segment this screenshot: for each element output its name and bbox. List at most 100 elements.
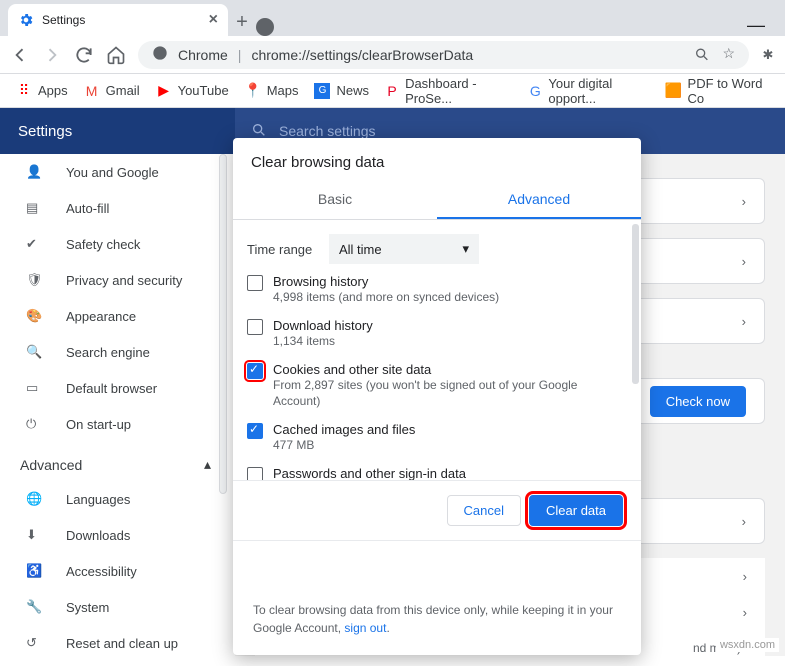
apps-icon: ⠿ bbox=[16, 83, 32, 99]
sidebar-item-privacy[interactable]: 🛡Privacy and security bbox=[0, 262, 235, 298]
sidebar-item-autofill[interactable]: ▤Auto-fill bbox=[0, 190, 235, 226]
sidebar-advanced-header[interactable]: Advanced▴ bbox=[0, 442, 235, 481]
option-passwords[interactable]: Passwords and other sign-in data152 pass… bbox=[233, 460, 641, 480]
chevron-right-icon: › bbox=[742, 194, 746, 209]
check-now-button[interactable]: Check now bbox=[650, 386, 746, 417]
home-button[interactable] bbox=[106, 45, 126, 65]
dialog-body: Time range All time ▾ Browsing history4,… bbox=[233, 220, 641, 480]
sidebar-item-reset[interactable]: ↺Reset and clean up bbox=[0, 625, 235, 656]
bookmark-youtube[interactable]: ▶YouTube bbox=[150, 79, 235, 103]
checkbox[interactable] bbox=[247, 467, 263, 480]
shield-check-icon: ✔ bbox=[26, 236, 44, 252]
time-range-label: Time range bbox=[247, 242, 319, 257]
chevron-right-icon: › bbox=[742, 314, 746, 329]
tab-advanced[interactable]: Advanced bbox=[437, 181, 641, 219]
google-icon: G bbox=[528, 83, 542, 99]
browser-tab-strip: Settings × + — bbox=[0, 0, 785, 36]
download-icon: ⬇ bbox=[26, 527, 44, 543]
bookmark-maps[interactable]: 📍Maps bbox=[239, 79, 305, 103]
star-icon[interactable]: ☆ bbox=[722, 45, 735, 64]
chevron-right-icon: › bbox=[743, 605, 747, 620]
bookmark-dashboard[interactable]: PDashboard - ProSe... bbox=[379, 72, 518, 110]
minimize-button[interactable]: — bbox=[747, 15, 765, 36]
scrollbar[interactable] bbox=[632, 224, 639, 384]
bookmark-digital[interactable]: GYour digital opport... bbox=[522, 72, 655, 110]
chevron-right-icon: › bbox=[743, 569, 747, 584]
youtube-icon: ▶ bbox=[156, 83, 172, 99]
shield-icon: 🛡 bbox=[26, 272, 44, 288]
bookmark-apps[interactable]: ⠿Apps bbox=[10, 79, 74, 103]
checkbox[interactable] bbox=[247, 423, 263, 439]
sidebar-item-languages[interactable]: 🌐Languages bbox=[0, 481, 235, 517]
close-icon[interactable]: × bbox=[209, 11, 218, 29]
sidebar-item-startup[interactable]: ⏻On start-up bbox=[0, 406, 235, 442]
option-download-history[interactable]: Download history1,134 items bbox=[233, 312, 641, 356]
settings-sidebar: 👤You and Google ▤Auto-fill ✔Safety check… bbox=[0, 154, 235, 656]
dialog-tabs: Basic Advanced bbox=[233, 181, 641, 220]
maps-icon: 📍 bbox=[245, 83, 261, 99]
sidebar-item-safety[interactable]: ✔Safety check bbox=[0, 226, 235, 262]
new-tab-button[interactable]: + bbox=[228, 8, 256, 36]
restore-icon: ↺ bbox=[26, 635, 44, 651]
extensions-icon[interactable]: ✱ bbox=[761, 45, 775, 65]
sidebar-item-search[interactable]: 🔍Search engine bbox=[0, 334, 235, 370]
browser-icon: ▭ bbox=[26, 380, 44, 396]
option-cache[interactable]: Cached images and files477 MB bbox=[233, 416, 641, 460]
wrench-icon: 🔧 bbox=[26, 599, 44, 615]
account-icon[interactable] bbox=[256, 18, 274, 36]
gmail-icon: M bbox=[84, 83, 100, 99]
clear-browsing-data-dialog: Clear browsing data Basic Advanced Time … bbox=[233, 138, 641, 655]
dialog-footer: To clear browsing data from this device … bbox=[233, 587, 641, 655]
sidebar-item-you[interactable]: 👤You and Google bbox=[0, 154, 235, 190]
scrollbar[interactable] bbox=[219, 154, 227, 494]
checkbox-cookies[interactable] bbox=[247, 363, 263, 379]
back-button[interactable] bbox=[10, 45, 30, 65]
bookmark-pdf[interactable]: 🟧PDF to Word Co bbox=[660, 72, 775, 110]
time-range-row: Time range All time ▾ bbox=[233, 226, 641, 268]
globe-icon: 🌐 bbox=[26, 491, 44, 507]
autofill-icon: ▤ bbox=[26, 200, 44, 216]
search-icon: 🔍 bbox=[26, 344, 44, 360]
option-cookies[interactable]: Cookies and other site dataFrom 2,897 si… bbox=[233, 356, 641, 417]
sidebar-item-accessibility[interactable]: ♿Accessibility bbox=[0, 553, 235, 589]
option-browsing-history[interactable]: Browsing history4,998 items (and more on… bbox=[233, 268, 641, 312]
accessibility-icon: ♿ bbox=[26, 563, 44, 579]
search-placeholder: Search settings bbox=[279, 123, 376, 139]
browser-toolbar: Chrome | chrome://settings/clearBrowserD… bbox=[0, 36, 785, 74]
power-icon: ⏻ bbox=[26, 416, 44, 432]
url-text: chrome://settings/clearBrowserData bbox=[251, 47, 473, 63]
gear-icon bbox=[18, 12, 34, 28]
cancel-button[interactable]: Cancel bbox=[447, 495, 521, 526]
site-info-icon[interactable] bbox=[152, 45, 168, 64]
bookmarks-bar: ⠿Apps MGmail ▶YouTube 📍Maps GNews PDashb… bbox=[0, 74, 785, 108]
chevron-up-icon: ▴ bbox=[204, 456, 211, 473]
paint-icon: 🎨 bbox=[26, 308, 44, 324]
reload-button[interactable] bbox=[74, 45, 94, 65]
news-icon: G bbox=[314, 83, 330, 99]
sidebar-item-appearance[interactable]: 🎨Appearance bbox=[0, 298, 235, 334]
tab-basic[interactable]: Basic bbox=[233, 181, 437, 219]
bookmark-news[interactable]: GNews bbox=[308, 79, 375, 103]
address-bar[interactable]: Chrome | chrome://settings/clearBrowserD… bbox=[138, 41, 749, 69]
sidebar-item-downloads[interactable]: ⬇Downloads bbox=[0, 517, 235, 553]
url-scheme: Chrome bbox=[178, 47, 228, 63]
dialog-actions: Cancel Clear data bbox=[233, 480, 641, 541]
bookmark-gmail[interactable]: MGmail bbox=[78, 79, 146, 103]
sidebar-item-default[interactable]: ▭Default browser bbox=[0, 370, 235, 406]
forward-button[interactable] bbox=[42, 45, 62, 65]
watermark: wsxdn.com bbox=[716, 638, 779, 652]
browser-tab[interactable]: Settings × bbox=[8, 4, 228, 36]
clear-data-button[interactable]: Clear data bbox=[529, 495, 623, 526]
sign-out-link[interactable]: sign out bbox=[344, 621, 386, 635]
checkbox[interactable] bbox=[247, 275, 263, 291]
person-icon: 👤 bbox=[26, 164, 44, 180]
time-range-select[interactable]: All time ▾ bbox=[329, 234, 479, 264]
page-title: Settings bbox=[0, 123, 235, 140]
chevron-down-icon: ▾ bbox=[462, 241, 469, 257]
pinterest-icon: P bbox=[385, 83, 399, 99]
search-icon[interactable] bbox=[694, 45, 710, 64]
checkbox[interactable] bbox=[247, 319, 263, 335]
chevron-right-icon: › bbox=[742, 514, 746, 529]
pdf-icon: 🟧 bbox=[666, 83, 682, 99]
sidebar-item-system[interactable]: 🔧System bbox=[0, 589, 235, 625]
